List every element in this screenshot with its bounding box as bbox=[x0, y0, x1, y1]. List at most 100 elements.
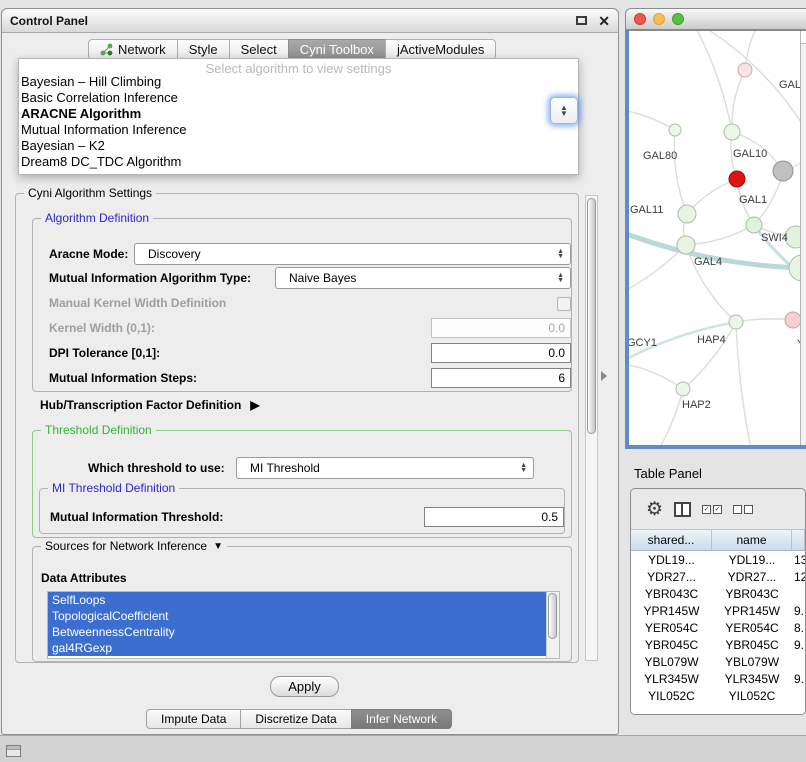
selected-value: Discovery bbox=[135, 247, 201, 261]
network-node[interactable] bbox=[738, 63, 752, 77]
network-node[interactable] bbox=[746, 217, 762, 233]
table-row[interactable]: YPR145WYPR145W9. bbox=[631, 602, 805, 619]
combo-arrows-icon: ▲▼ bbox=[557, 249, 564, 259]
table-cell: 9. bbox=[792, 602, 805, 619]
table-cell: YBL079W bbox=[631, 653, 712, 670]
zoom-button[interactable] bbox=[672, 13, 684, 25]
gear-icon[interactable]: ⚙ bbox=[646, 500, 663, 519]
mi-algorithm-type-select[interactable]: Naive Bayes ▲▼ bbox=[275, 267, 571, 289]
network-tab-icon bbox=[100, 43, 113, 56]
network-node-label: HAP4 bbox=[697, 334, 726, 346]
tab-select[interactable]: Select bbox=[229, 39, 289, 60]
table-row[interactable]: YDR27...YDR27...12 bbox=[631, 568, 805, 585]
tab-impute-data[interactable]: Impute Data bbox=[146, 709, 241, 729]
attribute-list-item[interactable]: gal4RGexp bbox=[48, 640, 548, 656]
minimized-window-icon[interactable] bbox=[6, 745, 21, 757]
scrollbar-thumb[interactable] bbox=[587, 198, 596, 434]
cyni-algorithm-settings-group: Cyni Algorithm Settings Algorithm Defini… bbox=[15, 193, 579, 663]
tab-network[interactable]: Network bbox=[88, 39, 178, 60]
network-edge bbox=[686, 225, 754, 245]
algorithm-option[interactable]: Dream8 DC_TDC Algorithm bbox=[19, 154, 578, 170]
threshold-definition-group: Threshold Definition Which threshold to … bbox=[32, 430, 572, 538]
table-cell: YLR345W bbox=[712, 670, 792, 687]
apply-label: Apply bbox=[288, 679, 321, 694]
select-all-icon[interactable]: ✓✓ bbox=[702, 505, 722, 514]
table-row[interactable]: YIL052CYIL052C bbox=[631, 687, 805, 704]
sources-section-header[interactable]: Sources for Network Inference ▼ bbox=[41, 539, 227, 553]
table-row[interactable]: YBR043CYBR043C bbox=[631, 585, 805, 602]
kernel-width-input: 0.0 bbox=[431, 318, 571, 338]
mi-steps-input[interactable]: 6 bbox=[431, 368, 571, 388]
attribute-list-item[interactable]: BetweennessCentrality bbox=[48, 624, 548, 640]
column-header-shared-name[interactable]: shared... bbox=[631, 530, 712, 550]
tab-style[interactable]: Style bbox=[177, 39, 230, 60]
combo-arrows-icon: ▲▼ bbox=[520, 463, 527, 473]
algorithm-option[interactable]: Basic Correlation Inference bbox=[19, 90, 578, 106]
columns-icon[interactable] bbox=[674, 502, 691, 517]
tab-jactivemodules[interactable]: jActiveModules bbox=[385, 39, 496, 60]
apply-button[interactable]: Apply bbox=[270, 676, 339, 697]
algorithm-option-list: Bayesian – Hill ClimbingBasic Correlatio… bbox=[19, 74, 578, 170]
algorithm-dropdown-popup: Select algorithm to view settings Bayesi… bbox=[18, 58, 579, 175]
which-threshold-select[interactable]: MI Threshold ▲▼ bbox=[236, 457, 534, 479]
table-row[interactable]: YDL19...YDL19...13 bbox=[631, 551, 805, 568]
network-node[interactable] bbox=[676, 382, 690, 396]
table-panel-window: ⚙ ✓✓ shared... name YDL19...YDL19...13YD… bbox=[630, 488, 806, 715]
column-header-clipped[interactable] bbox=[792, 530, 805, 550]
network-node[interactable] bbox=[773, 161, 793, 181]
table-cell: YDL19... bbox=[712, 551, 792, 568]
mi-algorithm-type-label: Mutual Information Algorithm Type: bbox=[49, 271, 251, 285]
attributes-scrollbar[interactable] bbox=[546, 592, 559, 658]
attribute-list-item[interactable]: SelfLoops bbox=[48, 592, 548, 608]
close-button[interactable] bbox=[634, 13, 646, 25]
tab-cyni-toolbox[interactable]: Cyni Toolbox bbox=[288, 39, 386, 60]
network-node[interactable] bbox=[677, 236, 695, 254]
splitter-collapse-arrow[interactable] bbox=[601, 371, 607, 381]
table-row[interactable]: YBL079WYBL079W bbox=[631, 653, 805, 670]
table-cell: YIL052C bbox=[712, 687, 792, 704]
dpi-tolerance-input[interactable]: 0.0 bbox=[431, 343, 571, 363]
table-row[interactable]: YLR345WYLR345W9. bbox=[631, 670, 805, 687]
hub-section-header[interactable]: Hub/Transcription Factor Definition ▶ bbox=[40, 398, 260, 412]
tab-infer-network[interactable]: Infer Network bbox=[351, 709, 452, 729]
scrollbar-thumb[interactable] bbox=[548, 593, 557, 639]
control-panel-tabs: Network Style Select Cyni Toolbox jActiv… bbox=[89, 39, 496, 60]
network-node[interactable] bbox=[724, 124, 740, 140]
network-edge bbox=[653, 389, 683, 446]
algorithm-option[interactable]: Bayesian – Hill Climbing bbox=[19, 74, 578, 90]
network-node[interactable] bbox=[785, 312, 801, 328]
kernel-width-label: Kernel Width (0,1): bbox=[49, 321, 155, 335]
table-row[interactable]: YBR045CYBR045C9. bbox=[631, 636, 805, 653]
field-value: 6 bbox=[558, 371, 565, 385]
close-icon[interactable]: ✕ bbox=[598, 14, 610, 28]
algorithm-option[interactable]: Mutual Information Inference bbox=[19, 122, 578, 138]
aracne-mode-select[interactable]: Discovery ▲▼ bbox=[134, 243, 571, 265]
deselect-all-icon[interactable] bbox=[733, 505, 753, 514]
mi-steps-label: Mutual Information Steps: bbox=[49, 371, 197, 385]
network-node[interactable] bbox=[729, 171, 745, 187]
group-title: Threshold Definition bbox=[41, 423, 156, 437]
algorithm-combobox-arrow[interactable]: ▲ ▼ bbox=[550, 97, 578, 124]
network-node[interactable] bbox=[678, 205, 696, 223]
algorithm-option[interactable]: Bayesian – K2 bbox=[19, 138, 578, 154]
algorithm-option[interactable]: ARACNE Algorithm bbox=[19, 106, 578, 122]
column-header-name[interactable]: name bbox=[712, 530, 792, 550]
table-cell: 9. bbox=[792, 670, 805, 687]
scroll-up-button[interactable] bbox=[801, 31, 806, 44]
sources-title: Sources for Network Inference bbox=[45, 539, 207, 553]
group-title: Algorithm Definition bbox=[41, 211, 153, 225]
network-node[interactable] bbox=[669, 124, 681, 136]
table-row[interactable]: YER054CYER054C8. bbox=[631, 619, 805, 636]
float-window-icon[interactable] bbox=[576, 16, 587, 25]
minimize-button[interactable] bbox=[653, 13, 665, 25]
network-scrollbar[interactable] bbox=[800, 31, 806, 445]
attribute-list-item[interactable]: TopologicalCoefficient bbox=[48, 608, 548, 624]
settings-scrollbar[interactable] bbox=[585, 195, 598, 661]
tab-label: jActiveModules bbox=[397, 42, 484, 57]
combo-arrows-icon: ▲▼ bbox=[557, 273, 564, 283]
network-canvas[interactable]: GAL80GAL10GAL11GAL1SWI4GAL4GCY1HAP4HAP2G… bbox=[625, 30, 806, 449]
group-title: MI Threshold Definition bbox=[48, 481, 179, 495]
network-node[interactable] bbox=[729, 315, 743, 329]
tab-discretize-data[interactable]: Discretize Data bbox=[240, 709, 351, 729]
mi-threshold-input[interactable]: 0.5 bbox=[424, 507, 564, 527]
